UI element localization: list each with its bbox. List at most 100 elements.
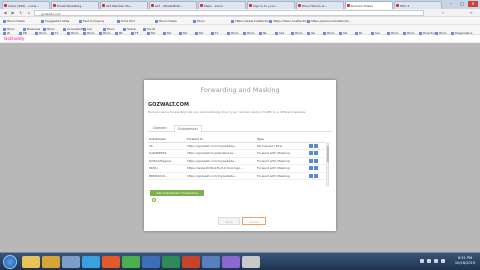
tab-favicon-icon [347, 4, 350, 7]
edit-icon[interactable] [309, 173, 313, 178]
forwarding-modal: Forwarding and Masking GOZWALT.COM Domai… [144, 80, 336, 231]
cell-sub: PROLI [148, 164, 186, 173]
cell-to: https://gozwalt.com/mywebsite... [186, 157, 256, 165]
folder-icon[interactable] [42, 256, 60, 268]
save-button[interactable]: Save [218, 217, 240, 225]
app-icon-3[interactable] [242, 256, 260, 268]
tab-favicon-icon [200, 4, 203, 7]
bookmark-item[interactable]: https://www.hostfactio... [231, 19, 271, 23]
chrome-icon[interactable] [122, 256, 140, 268]
menu-icon[interactable]: ≡ [468, 10, 474, 16]
add-subdomain-forwarding-button[interactable]: Add Subdomain Forwarding [150, 190, 204, 196]
taskbar: 8:51 PM 10/16/2019 [0, 252, 480, 270]
clock-date: 10/16/2019 [454, 261, 476, 265]
cell-type: Forward with Masking [256, 164, 308, 173]
maximize-icon[interactable]: □ [457, 1, 467, 7]
network-icon[interactable] [427, 259, 431, 263]
bookmark-item[interactable]: https://hkoo.hostfactio... [269, 19, 310, 23]
tab-label: Inbox (950) - cuina... [8, 4, 40, 8]
star-icon[interactable]: ☆ [440, 10, 446, 16]
app-icon[interactable] [202, 256, 220, 268]
app-icon-2[interactable] [222, 256, 240, 268]
bookmark-item[interactable]: Hkoo [193, 19, 205, 23]
cell-type: Permanent (301) [256, 142, 308, 150]
browser-tab[interactable]: ALT - WhatsMirth... [149, 1, 197, 9]
row-actions [308, 149, 325, 158]
bookmark-item[interactable]: Hkoo Hokas [3, 19, 25, 23]
browser-tab[interactable]: Hkoo Hkoolo w... [296, 1, 344, 9]
tab-domain[interactable]: Domain [150, 125, 170, 131]
browser-tab[interactable]: Email Marketing... [51, 1, 99, 9]
start-button-icon[interactable] [3, 255, 17, 269]
excel-icon[interactable] [162, 256, 180, 268]
row-actions [308, 172, 325, 180]
tab-label: Domain Hokas [351, 4, 373, 8]
bookmarks-bar-1: Hkoo Hokas Suggested Sites Fast Company Pri… [0, 17, 480, 25]
bookmark-item[interactable]: Price Plol [117, 19, 135, 23]
home-icon[interactable]: ⌂ [26, 10, 32, 16]
bookmarks-bar-2: Hkoo Business Hkoo Accessibility Cal Hkoo Setu… [0, 25, 480, 35]
tab-label: Email Marketing... [57, 4, 85, 8]
tab-label: Hkoo Hkoolo w... [302, 4, 327, 8]
delete-icon[interactable] [314, 166, 318, 171]
edit-icon[interactable] [309, 158, 313, 163]
app-header: GoDaddy [0, 35, 480, 43]
close-icon[interactable]: ✕ [468, 1, 478, 7]
explorer-icon[interactable] [22, 256, 40, 268]
url-input[interactable]: godaddy.com [34, 10, 424, 16]
flag-icon[interactable] [441, 259, 445, 263]
delete-icon[interactable] [314, 158, 318, 163]
bookmark-item[interactable]: Suggested Sites [41, 19, 69, 23]
delete-icon[interactable] [314, 143, 318, 148]
browser-tab[interactable]: Domain Hokas [345, 1, 393, 9]
bookmark-item[interactable]: https://somoonhostfactio... [307, 19, 351, 23]
back-icon[interactable]: ◀ [2, 10, 8, 16]
tab-favicon-icon [151, 4, 154, 7]
cancel-button[interactable]: Cancel [242, 217, 266, 225]
tab-subdomain[interactable]: Subdomain [174, 125, 202, 133]
cell-type: Forward with Masking [256, 172, 308, 180]
cell-to: https://gozwalt.mywebsite/1Le... [186, 149, 256, 158]
tab-favicon-icon [298, 4, 301, 7]
edit-icon[interactable] [309, 151, 313, 156]
browser-tab[interactable]: IFAC 2 [394, 1, 442, 9]
media-icon[interactable] [62, 256, 80, 268]
refresh-icon[interactable]: ↻ [18, 10, 24, 16]
cell-sub: GetMPRESS [148, 149, 186, 158]
browser-tab[interactable]: Inbox (950) - cuina... [2, 1, 50, 9]
browser-icon[interactable] [82, 256, 100, 268]
firefox-icon[interactable] [102, 256, 120, 268]
volume-icon[interactable] [434, 259, 438, 263]
bookmark-item[interactable]: Fast Company [79, 19, 104, 23]
system-clock[interactable]: 8:51 PM 10/16/2019 [452, 256, 478, 266]
table-scrollbar[interactable] [326, 143, 329, 186]
tab-label: Sign in to your... [253, 4, 278, 8]
modal-description: Domain name forwarding lets you automati… [148, 110, 307, 114]
cell-to: https://www.DrMarkHu/10-trainings... [186, 164, 256, 173]
word-icon[interactable] [142, 256, 160, 268]
tab-favicon-icon [249, 4, 252, 7]
powerpoint-icon[interactable] [182, 256, 200, 268]
tray-icon[interactable] [420, 259, 424, 263]
minimize-icon[interactable]: – [446, 1, 456, 7]
browser-tab[interactable]: ALT Member Mo... [100, 1, 148, 9]
browser-tab[interactable]: Sign in to your... [247, 1, 295, 9]
row-actions [308, 142, 325, 150]
scrollbar-thumb[interactable] [327, 146, 329, 162]
tab-label: IFAC 2 [400, 4, 410, 8]
tab-favicon-icon [396, 4, 399, 7]
bookmark-item[interactable]: Hkoo Hokas [155, 19, 177, 23]
app-logo[interactable]: GoDaddy [4, 36, 24, 41]
edit-icon[interactable] [309, 166, 313, 171]
cell-type: Forward with Masking [256, 157, 308, 165]
forward-icon[interactable]: ▶ [10, 10, 16, 16]
delete-icon[interactable] [314, 173, 318, 178]
cell-sub: BRKN2019... [148, 172, 186, 180]
domain-name: GOZWALT.COM [148, 102, 189, 108]
browser-tab[interactable]: Mails - Inbox [198, 1, 246, 9]
cell-sub: DrMarkHggans [148, 157, 186, 165]
table-row: BRKN2019... https://gozwalt.com/mywebsite… [148, 172, 325, 180]
edit-icon[interactable] [309, 143, 313, 148]
tab-label: ALT Member Mo... [106, 4, 133, 8]
delete-icon[interactable] [314, 151, 318, 156]
